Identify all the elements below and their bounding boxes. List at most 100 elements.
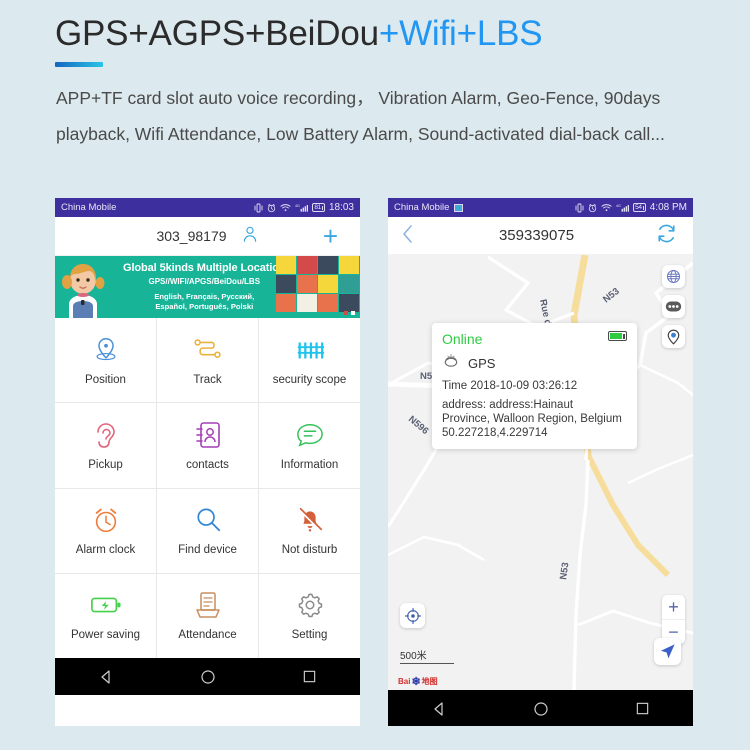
map-scale-label: 500米 (400, 651, 427, 662)
banner-line-2: GPS//WIFI/APGS/BeiDou/LBS (148, 277, 261, 286)
map-roads: N597 N596 N53 N53 Rue du Falin (388, 255, 693, 690)
battery-level-text: 54 (635, 204, 642, 211)
address-line-2: Province, Walloon Region, Belgium (442, 413, 622, 425)
grid-label: Attendance (178, 629, 237, 642)
grid-label: contacts (186, 458, 229, 471)
right-android-navbar (388, 690, 693, 726)
navigate-arrow-icon[interactable] (654, 638, 681, 665)
statusbar-clock: 4:08 PM (649, 202, 687, 213)
banner-text: Global 5kinds Multiple Location GPS//WIF… (123, 262, 286, 312)
person-icon[interactable] (241, 225, 259, 248)
grid-item-information[interactable]: Information (259, 403, 360, 488)
place-pin-icon[interactable] (662, 325, 685, 348)
battery-bolt-icon (90, 590, 122, 620)
grid-label: Information (280, 458, 339, 471)
back-icon[interactable] (98, 669, 114, 685)
banner-line-1: Global 5kinds Multiple Location (123, 262, 286, 274)
alarm-icon (588, 203, 597, 213)
carrier-label: China Mobile (394, 202, 450, 213)
recents-icon[interactable] (302, 669, 317, 684)
map-control-stack (662, 265, 685, 348)
banner-dots[interactable] (344, 311, 355, 315)
attribution-suffix: 地图 (421, 677, 438, 686)
left-android-navbar (55, 658, 360, 695)
home-icon[interactable] (533, 701, 549, 717)
page-title-accent: +Wifi+LBS (378, 14, 543, 53)
crosshair-icon[interactable] (400, 603, 425, 628)
grid-label: Track (193, 373, 222, 386)
status-badge: Online (442, 331, 483, 347)
grid-label: Find device (178, 544, 237, 557)
vibrate-icon (575, 203, 584, 213)
baidu-paw-icon: ❄ (411, 676, 421, 688)
vibrate-icon (254, 203, 263, 213)
banner-line-3b: Español, Português, Polski (155, 302, 254, 311)
svg-text:4G: 4G (295, 204, 300, 208)
map-scale-bar (400, 663, 454, 664)
contacts-icon (194, 420, 222, 450)
device-id-label: 303_98179 (156, 228, 227, 244)
left-statusbar: China Mobile 4G 81 18:03 (55, 198, 360, 217)
map-pin-icon (91, 335, 121, 365)
alarm-clock-icon (91, 505, 121, 535)
signal-icon: 4G (616, 203, 630, 212)
banner-dot[interactable] (351, 311, 355, 315)
statusbar-clock: 18:03 (328, 202, 354, 213)
statusbar-icons: 4G 81 (254, 203, 325, 213)
battery-full-icon (608, 331, 627, 341)
device-info-card[interactable]: Online GPS Time 2018-10-09 03:26:12 addr… (432, 323, 637, 449)
feature-grid: Position Track security scope Pickup con (55, 318, 360, 658)
grid-label: Power saving (70, 629, 141, 642)
grid-item-track[interactable]: Track (157, 318, 258, 403)
globe-icon[interactable] (662, 265, 685, 288)
battery-icon: 54 (633, 203, 646, 212)
right-app-header: 359339075 (388, 217, 693, 255)
recents-icon[interactable] (635, 701, 650, 716)
ear-icon (93, 420, 119, 450)
hero-section: GPS+AGPS+BeiDou+Wifi+LBS APP+TF card slo… (0, 0, 750, 190)
grid-item-alarm-clock[interactable]: Alarm clock (55, 488, 156, 573)
grid-label: Position (85, 373, 126, 386)
battery-icon: 81 (312, 203, 325, 212)
grid-label: Alarm clock (75, 544, 136, 557)
grid-item-setting[interactable]: Setting (259, 573, 360, 658)
coordinates-label: 50.227218,4.229714 (442, 427, 548, 439)
promo-banner[interactable]: Global 5kinds Multiple Location GPS//WIF… (55, 256, 360, 318)
banner-dot-active[interactable] (344, 311, 348, 315)
back-icon[interactable] (431, 701, 447, 717)
zoom-in-button[interactable]: + (662, 595, 685, 620)
home-icon[interactable] (200, 669, 216, 685)
bell-off-icon (295, 505, 325, 535)
grid-item-position[interactable]: Position (55, 318, 156, 403)
device-id-label: 359339075 (498, 227, 575, 244)
add-device-button[interactable]: + (323, 223, 338, 249)
grid-label: Setting (291, 629, 328, 642)
tracking-mode-label: GPS (468, 355, 496, 371)
grid-item-find-device[interactable]: Find device (157, 488, 258, 573)
grid-item-contacts[interactable]: contacts (157, 403, 258, 488)
grid-item-not-disturb[interactable]: Not disturb (259, 488, 360, 573)
wifi-icon (601, 203, 612, 212)
statusbar-icons: 4G 54 (575, 203, 646, 213)
chevron-left-icon[interactable] (402, 224, 413, 247)
search-icon (194, 505, 222, 535)
map-scale: 500米 (400, 647, 454, 664)
grid-item-power-saving[interactable]: Power saving (55, 573, 156, 658)
grid-label: security scope (272, 373, 347, 386)
feature-description: APP+TF card slot auto voice recording， V… (56, 88, 665, 144)
page-title-dark: GPS+AGPS+BeiDou (55, 14, 379, 53)
child-photo (62, 264, 105, 318)
layers-menu-icon[interactable] (662, 295, 685, 318)
banner-line-3a: English, Français, Русский, (154, 292, 255, 301)
battery-level-text: 81 (314, 204, 321, 211)
message-icon (295, 420, 325, 450)
address-line-1: address: address:Hainaut (442, 399, 574, 411)
grid-item-security-scope[interactable]: security scope (259, 318, 360, 403)
grid-item-attendance[interactable]: Attendance (157, 573, 258, 658)
left-phone-screenshot: China Mobile 4G 81 18:03 303_98179 + Glo… (55, 198, 360, 726)
map-canvas[interactable]: N597 N596 N53 N53 Rue du Falin Online (388, 255, 693, 690)
grid-item-pickup[interactable]: Pickup (55, 403, 156, 488)
refresh-icon[interactable] (656, 223, 677, 249)
gear-icon (295, 590, 325, 620)
carrier-label: China Mobile (61, 202, 117, 213)
